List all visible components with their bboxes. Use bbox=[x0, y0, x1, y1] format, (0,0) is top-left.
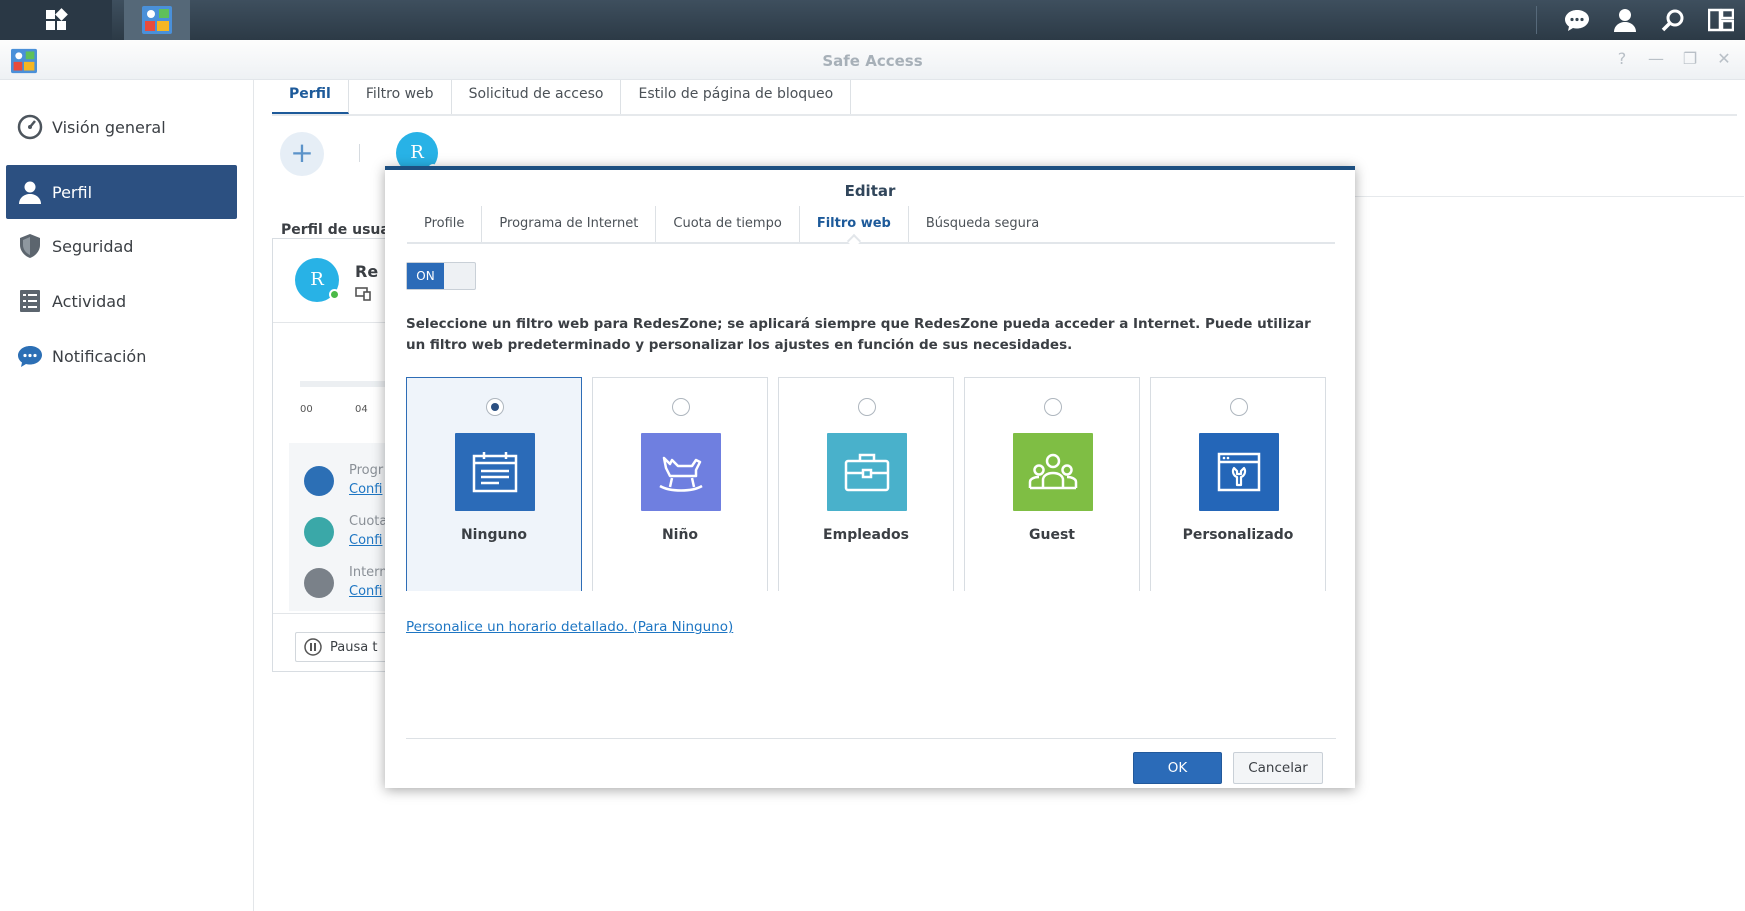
calendar-list-icon bbox=[455, 433, 535, 511]
configure-link[interactable]: Confi bbox=[349, 482, 382, 497]
window-title: Safe Access bbox=[822, 52, 923, 70]
tab-programa-de-internet[interactable]: Programa de Internet bbox=[482, 206, 657, 242]
avatar-letter: R bbox=[310, 269, 324, 290]
sidebar-item-notificacion[interactable]: Notificación bbox=[6, 329, 237, 383]
ok-button[interactable]: OK bbox=[1133, 752, 1222, 784]
tab-busqueda-segura[interactable]: Búsqueda segura bbox=[909, 206, 1056, 242]
section-label: Perfil de usuar bbox=[281, 222, 397, 238]
list-icon bbox=[16, 287, 44, 315]
taskbar-separator bbox=[1536, 6, 1537, 34]
tab-perfil[interactable]: Perfil bbox=[272, 80, 349, 114]
sidebar-item-vision-general[interactable]: Visión general bbox=[6, 100, 237, 154]
tab-solicitud-de-acceso[interactable]: Solicitud de acceso bbox=[452, 80, 622, 114]
tab-estilo-pagina-bloqueo[interactable]: Estilo de página de bloqueo bbox=[621, 80, 852, 114]
sidebar-item-label: Visión general bbox=[52, 117, 166, 137]
tab-filtro-web[interactable]: Filtro web bbox=[349, 80, 452, 114]
user-profile-icon bbox=[16, 178, 44, 206]
setting-title: Intern bbox=[349, 565, 388, 580]
filter-label: Empleados bbox=[823, 527, 909, 543]
safe-access-window: Safe Access ? — ❐ ✕ Visión general Perfi… bbox=[0, 40, 1745, 911]
filter-label: Guest bbox=[1029, 527, 1075, 543]
chat-bubble-icon bbox=[16, 342, 44, 370]
shield-icon bbox=[16, 232, 44, 260]
tab-cuota-de-tiempo[interactable]: Cuota de tiempo bbox=[656, 206, 800, 242]
web-filter-description: Seleccione un filtro web para RedesZone;… bbox=[406, 316, 1311, 353]
dialog-tabs: Profile Programa de Internet Cuota de ti… bbox=[407, 206, 1335, 244]
footer-divider bbox=[406, 738, 1336, 739]
pause-label: Pausa t bbox=[330, 639, 378, 655]
safe-access-taskbar-button[interactable] bbox=[124, 0, 190, 40]
edit-dialog: Editar Profile Programa de Internet Cuot… bbox=[385, 166, 1355, 788]
radio-button[interactable] bbox=[486, 398, 504, 416]
chat-icon[interactable] bbox=[1553, 0, 1601, 40]
filter-label: Personalizado bbox=[1182, 527, 1294, 543]
window-titlebar[interactable]: Safe Access ? — ❐ ✕ bbox=[0, 40, 1745, 80]
browser-icon bbox=[304, 568, 334, 598]
filter-option-guest[interactable]: Guest bbox=[964, 377, 1140, 591]
search-icon[interactable] bbox=[1649, 0, 1697, 40]
setting-title: Progr bbox=[349, 463, 384, 478]
divider bbox=[273, 322, 403, 323]
maximize-icon[interactable]: ❐ bbox=[1681, 50, 1699, 68]
custom-schedule-link[interactable]: Personalice un horario detallado. (Para … bbox=[406, 619, 733, 635]
dashboard-gauge-icon bbox=[16, 113, 44, 141]
filter-options: Ninguno Niño Empleados Guest Personaliza… bbox=[406, 377, 1326, 591]
filter-option-personalizado[interactable]: Personalizado bbox=[1150, 377, 1326, 591]
sidebar: Visión general Perfil Seguridad Activida… bbox=[0, 80, 254, 911]
safe-access-app-icon bbox=[142, 6, 172, 34]
tick-label: 04 bbox=[355, 404, 368, 415]
toggle-on-label: ON bbox=[407, 263, 444, 289]
pause-icon bbox=[304, 638, 322, 656]
filter-label: Niño bbox=[661, 527, 699, 543]
browser-wrench-icon bbox=[1199, 433, 1279, 511]
sidebar-item-actividad[interactable]: Actividad bbox=[6, 274, 237, 328]
profile-name: Re bbox=[355, 262, 379, 281]
filter-label: Ninguno bbox=[460, 527, 528, 543]
dialog-title: Editar bbox=[844, 182, 896, 200]
sidebar-item-label: Notificación bbox=[52, 346, 147, 366]
sidebar-item-label: Actividad bbox=[52, 291, 127, 311]
main-tabs: Perfil Filtro web Solicitud de acceso Es… bbox=[272, 80, 1737, 116]
web-filter-toggle[interactable]: ON bbox=[406, 262, 476, 290]
avatar: R bbox=[295, 258, 340, 302]
sidebar-item-seguridad[interactable]: Seguridad bbox=[6, 219, 237, 273]
grid-icon bbox=[46, 8, 68, 30]
main-menu-button[interactable] bbox=[0, 0, 112, 40]
sidebar-item-label: Perfil bbox=[52, 182, 93, 202]
filter-option-empleados[interactable]: Empleados bbox=[778, 377, 954, 591]
radio-button[interactable] bbox=[1044, 398, 1062, 416]
sidebar-item-label: Seguridad bbox=[52, 236, 134, 256]
radio-button[interactable] bbox=[672, 398, 690, 416]
minimize-icon[interactable]: — bbox=[1647, 50, 1665, 68]
hourglass-icon bbox=[304, 517, 334, 547]
radio-button[interactable] bbox=[858, 398, 876, 416]
briefcase-icon bbox=[827, 433, 907, 511]
configure-link[interactable]: Confi bbox=[349, 584, 382, 599]
filter-option-nino[interactable]: Niño bbox=[592, 377, 768, 591]
clock-icon bbox=[304, 466, 334, 496]
profile-card: R Re 00 04 Progr Confi Cuota Confi Inter… bbox=[272, 238, 405, 672]
widgets-icon[interactable] bbox=[1697, 0, 1745, 40]
radio-button[interactable] bbox=[1230, 398, 1248, 416]
tick-label: 00 bbox=[300, 404, 313, 415]
tab-profile[interactable]: Profile bbox=[407, 206, 483, 242]
divider bbox=[273, 613, 403, 614]
toolbar-divider bbox=[359, 144, 360, 162]
cancel-button[interactable]: Cancelar bbox=[1233, 752, 1323, 784]
setting-title: Cuota bbox=[349, 514, 388, 529]
avatar-letter: R bbox=[410, 142, 424, 163]
user-icon[interactable] bbox=[1601, 0, 1649, 40]
tab-filtro-web[interactable]: Filtro web bbox=[800, 206, 909, 242]
rocking-horse-icon bbox=[641, 433, 721, 511]
taskbar bbox=[0, 0, 1745, 40]
help-icon[interactable]: ? bbox=[1613, 50, 1631, 68]
online-status-dot bbox=[329, 289, 340, 300]
add-profile-button[interactable]: + bbox=[280, 132, 324, 176]
group-people-icon bbox=[1013, 433, 1093, 511]
configure-link[interactable]: Confi bbox=[349, 533, 382, 548]
sidebar-item-perfil[interactable]: Perfil bbox=[6, 165, 237, 219]
filter-option-ninguno[interactable]: Ninguno bbox=[406, 377, 582, 591]
close-icon[interactable]: ✕ bbox=[1715, 50, 1733, 68]
devices-icon bbox=[355, 287, 371, 301]
